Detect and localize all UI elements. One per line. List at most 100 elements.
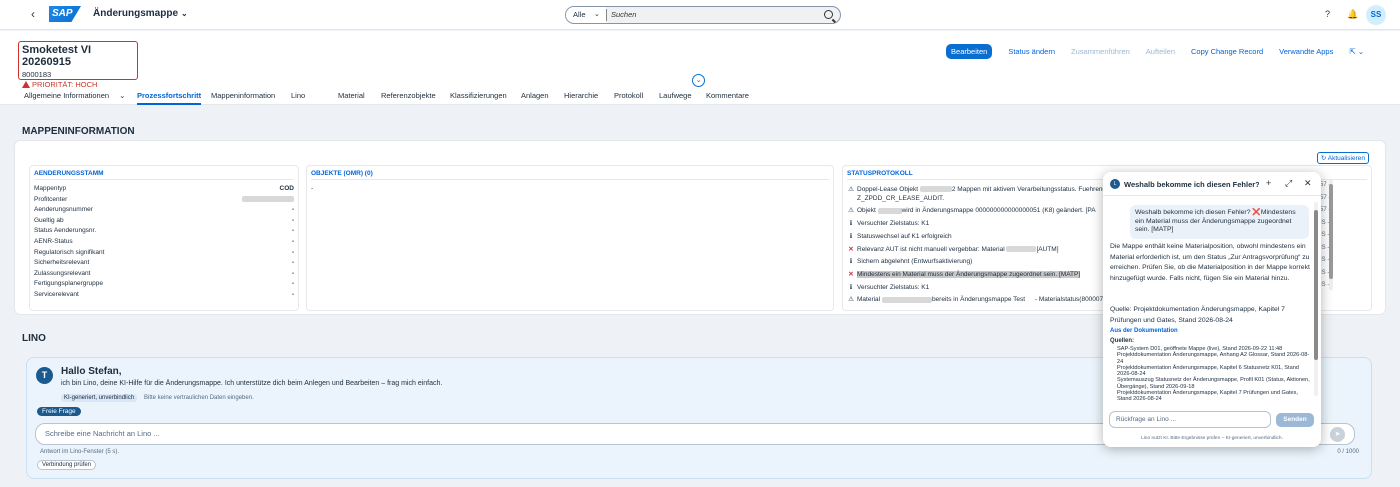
stamm-value: - bbox=[291, 259, 294, 267]
hidden-status-cell: IS - bbox=[1320, 219, 1330, 226]
stamm-key: Status Aenderungsnr. bbox=[34, 227, 97, 235]
scrollbar-thumb[interactable] bbox=[1314, 210, 1318, 360]
search-input[interactable]: Suchen bbox=[611, 7, 636, 23]
tab-hierarchie[interactable]: Hierarchie bbox=[564, 91, 598, 100]
popup-footer: Lino nutzt KI. Bitte Ergebnisse prüfen –… bbox=[1141, 436, 1283, 441]
tab-referenzobjekte[interactable]: Referenzobjekte bbox=[381, 91, 436, 100]
chevron-down-icon: ⌄ bbox=[181, 9, 188, 18]
hidden-status-cell: IS - bbox=[1320, 282, 1330, 288]
warning-icon: ⚠ bbox=[848, 296, 854, 304]
page-title: Smoketest VI 20260915 bbox=[22, 44, 92, 68]
card-title: AENDERUNGSSTAMM bbox=[34, 170, 294, 180]
source-item: Systemauszug Statusnetz der Änderungsmap… bbox=[1117, 377, 1310, 390]
avatar[interactable]: SS bbox=[1366, 5, 1386, 25]
stamm-key: Zulassungsrelevant bbox=[34, 269, 91, 277]
help-icon[interactable]: ? bbox=[1322, 9, 1333, 20]
expand-icon[interactable]: ⤢ bbox=[1285, 178, 1292, 189]
copy-change-record-button[interactable]: Copy Change Record bbox=[1191, 47, 1263, 56]
lino-chat-popup: L Weshalb bekomme ich diesen Fehler? ❌ +… bbox=[1103, 172, 1321, 447]
tab-material[interactable]: Material bbox=[338, 91, 365, 100]
search-field[interactable]: Alle ⌄ Suchen bbox=[565, 6, 841, 24]
popup-scrollbar[interactable] bbox=[1314, 202, 1318, 396]
split-button[interactable]: Aufteilen bbox=[1146, 47, 1175, 56]
tab-laufwege[interactable]: Laufwege bbox=[659, 91, 692, 100]
stamm-key: Aenderungsnummer bbox=[34, 206, 93, 214]
stamm-key: Profitcenter bbox=[34, 195, 68, 203]
stamm-key: Fertigungsplanergruppe bbox=[34, 280, 104, 288]
close-icon[interactable]: ✕ bbox=[1304, 178, 1312, 189]
back-icon[interactable]: ‹ bbox=[26, 7, 40, 21]
stamm-value: - bbox=[291, 206, 294, 214]
warning-icon: ⚠ bbox=[848, 186, 854, 193]
tab-kommentare[interactable]: Kommentare bbox=[706, 91, 749, 100]
sap-logo[interactable]: SAP bbox=[49, 6, 81, 22]
send-icon[interactable]: ➤ bbox=[1330, 427, 1345, 442]
tab-prozessfortschritt[interactable]: Prozessfortschritt bbox=[137, 91, 202, 105]
source-item: Projektdokumentation Änderungsmappe, Kap… bbox=[1117, 390, 1298, 403]
stamm-row: Sicherheitsrelevant - bbox=[34, 258, 294, 269]
object-header: Smoketest VI 20260915 8000183 PRIORITÄT:… bbox=[0, 31, 1400, 105]
info-icon: ℹ bbox=[849, 220, 853, 228]
popup-followup-input[interactable]: Rückfrage an Lino ... bbox=[1109, 411, 1271, 428]
search-separator bbox=[606, 9, 607, 21]
error-icon: ✕ bbox=[848, 270, 854, 278]
section-title-lino: LINO bbox=[22, 333, 46, 344]
tab-mappeninformation[interactable]: Mappeninformation bbox=[211, 91, 275, 100]
lino-greeting: Hallo Stefan, bbox=[61, 366, 122, 377]
check-connection-button[interactable]: Verbindung prüfen bbox=[37, 460, 97, 470]
sources-label: Quellen: bbox=[1110, 338, 1135, 344]
refresh-button[interactable]: ↻ Aktualisieren bbox=[1316, 152, 1369, 164]
stamm-row: Aenderungsnummer - bbox=[34, 205, 294, 216]
stamm-value: COD bbox=[279, 185, 294, 192]
tab-lino[interactable]: Lino bbox=[291, 91, 305, 100]
tab-allgemeine-informationen[interactable]: Allgemeine Informationen ⌄ bbox=[24, 91, 125, 100]
object-title-box: Smoketest VI 20260915 8000183 PRIORITÄT:… bbox=[18, 41, 138, 89]
related-apps-button[interactable]: Verwandte Apps bbox=[1279, 47, 1333, 56]
app-title[interactable]: Änderungsmappe ⌄ bbox=[93, 8, 188, 19]
stamm-row: Fertigungsplanergruppe - bbox=[34, 279, 294, 290]
redacted-value bbox=[877, 207, 902, 214]
stamm-row: Servicerelevant - bbox=[34, 290, 294, 301]
hidden-status-cell: IS - bbox=[1320, 257, 1330, 263]
warning-icon: ⚠ bbox=[848, 207, 854, 215]
info-icon: ℹ bbox=[849, 258, 853, 266]
info-icon: ℹ bbox=[849, 232, 853, 240]
stamm-value: - bbox=[291, 248, 294, 256]
stamm-key: Servicerelevant bbox=[34, 290, 79, 298]
stamm-row: Status Aenderungsnr. - bbox=[34, 226, 294, 237]
chevron-down-icon: ⌄ bbox=[119, 91, 126, 100]
share-icon[interactable]: ⇱ ⌄ bbox=[1349, 47, 1364, 56]
notification-icon[interactable]: 🔔 bbox=[1347, 9, 1358, 20]
popup-send-button[interactable]: Senden bbox=[1276, 413, 1314, 427]
object-number: 8000183 bbox=[22, 70, 52, 79]
free-question-chip[interactable]: Freie Frage bbox=[37, 407, 81, 416]
hidden-status-cell: IS - bbox=[1320, 269, 1330, 276]
chevron-down-icon: ⌄ bbox=[594, 11, 600, 18]
tab-protokoll[interactable]: Protokoll bbox=[614, 91, 643, 100]
redacted-value bbox=[1006, 245, 1037, 252]
change-status-button[interactable]: Status ändern bbox=[1008, 47, 1055, 56]
aenderungsstamm-card: AENDERUNGSSTAMM Mappentyp COD Profitcenter… bbox=[29, 165, 299, 311]
stamm-key: Gueltig ab bbox=[34, 216, 64, 224]
stamm-row: Regulatorisch signifikant - bbox=[34, 248, 294, 259]
char-counter: 0 / 1000 bbox=[1337, 449, 1359, 455]
status-scrollbar[interactable] bbox=[1329, 180, 1333, 290]
tab-klassifizierungen[interactable]: Klassifizierungen bbox=[450, 91, 507, 100]
scrollbar-thumb[interactable] bbox=[1329, 184, 1333, 279]
edit-button[interactable]: Bearbeiten bbox=[946, 44, 993, 59]
from-documentation-label: Aus der Dokumentation bbox=[1110, 328, 1178, 334]
hidden-status-cell: IS - bbox=[1320, 244, 1330, 251]
response-hint: Antwort im Lino-Fenster (5 s). bbox=[40, 449, 120, 455]
tab-anlagen[interactable]: Anlagen bbox=[521, 91, 549, 100]
privacy-hint: Bitte keine vertraulichen Daten eingeben… bbox=[144, 395, 254, 401]
search-scope-select[interactable]: Alle ⌄ bbox=[566, 7, 606, 23]
stamm-value: - bbox=[291, 290, 294, 298]
stamm-row: Zulassungsrelevant - bbox=[34, 269, 294, 280]
plus-icon[interactable]: + bbox=[1266, 178, 1271, 188]
search-icon[interactable] bbox=[824, 10, 833, 19]
source-item: Projektdokumentation Änderungsmappe, Kap… bbox=[1117, 364, 1299, 378]
error-icon: ✕ bbox=[848, 245, 854, 253]
merge-button[interactable]: Zusammenführen bbox=[1071, 47, 1130, 56]
aenderungsstamm-list: Mappentyp COD Profitcenter Aenderungsnummer… bbox=[34, 184, 294, 301]
